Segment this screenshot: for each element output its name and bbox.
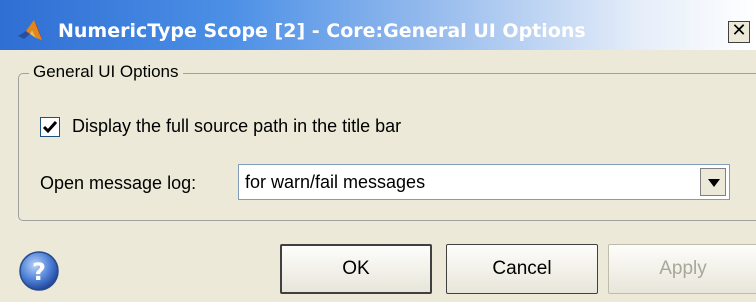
ok-button[interactable]: OK	[280, 244, 432, 294]
cancel-button[interactable]: Cancel	[446, 244, 598, 294]
title-bar[interactable]: NumericType Scope [2] - Core:General UI …	[0, 0, 756, 50]
dropdown-arrow-button[interactable]	[700, 168, 726, 196]
close-button[interactable]: ✕	[728, 21, 750, 43]
close-icon: ✕	[731, 20, 747, 41]
dialog-window: NumericType Scope [2] - Core:General UI …	[0, 0, 756, 302]
svg-text:?: ?	[32, 258, 46, 286]
full-path-checkbox-label[interactable]: Display the full source path in the titl…	[72, 116, 401, 137]
message-log-value: for warn/fail messages	[245, 172, 426, 192]
message-log-dropdown[interactable]: for warn/fail messages	[238, 164, 730, 200]
message-log-label: Open message log:	[40, 173, 197, 193]
help-icon[interactable]: ?	[18, 250, 60, 292]
group-title: General UI Options	[29, 62, 183, 82]
checkmark-icon	[42, 121, 58, 134]
full-path-checkbox[interactable]	[40, 117, 60, 137]
window-title: NumericType Scope [2] - Core:General UI …	[58, 20, 586, 42]
chevron-down-icon	[708, 179, 720, 187]
matlab-logo-icon	[16, 18, 46, 44]
apply-button[interactable]: Apply	[608, 244, 756, 294]
